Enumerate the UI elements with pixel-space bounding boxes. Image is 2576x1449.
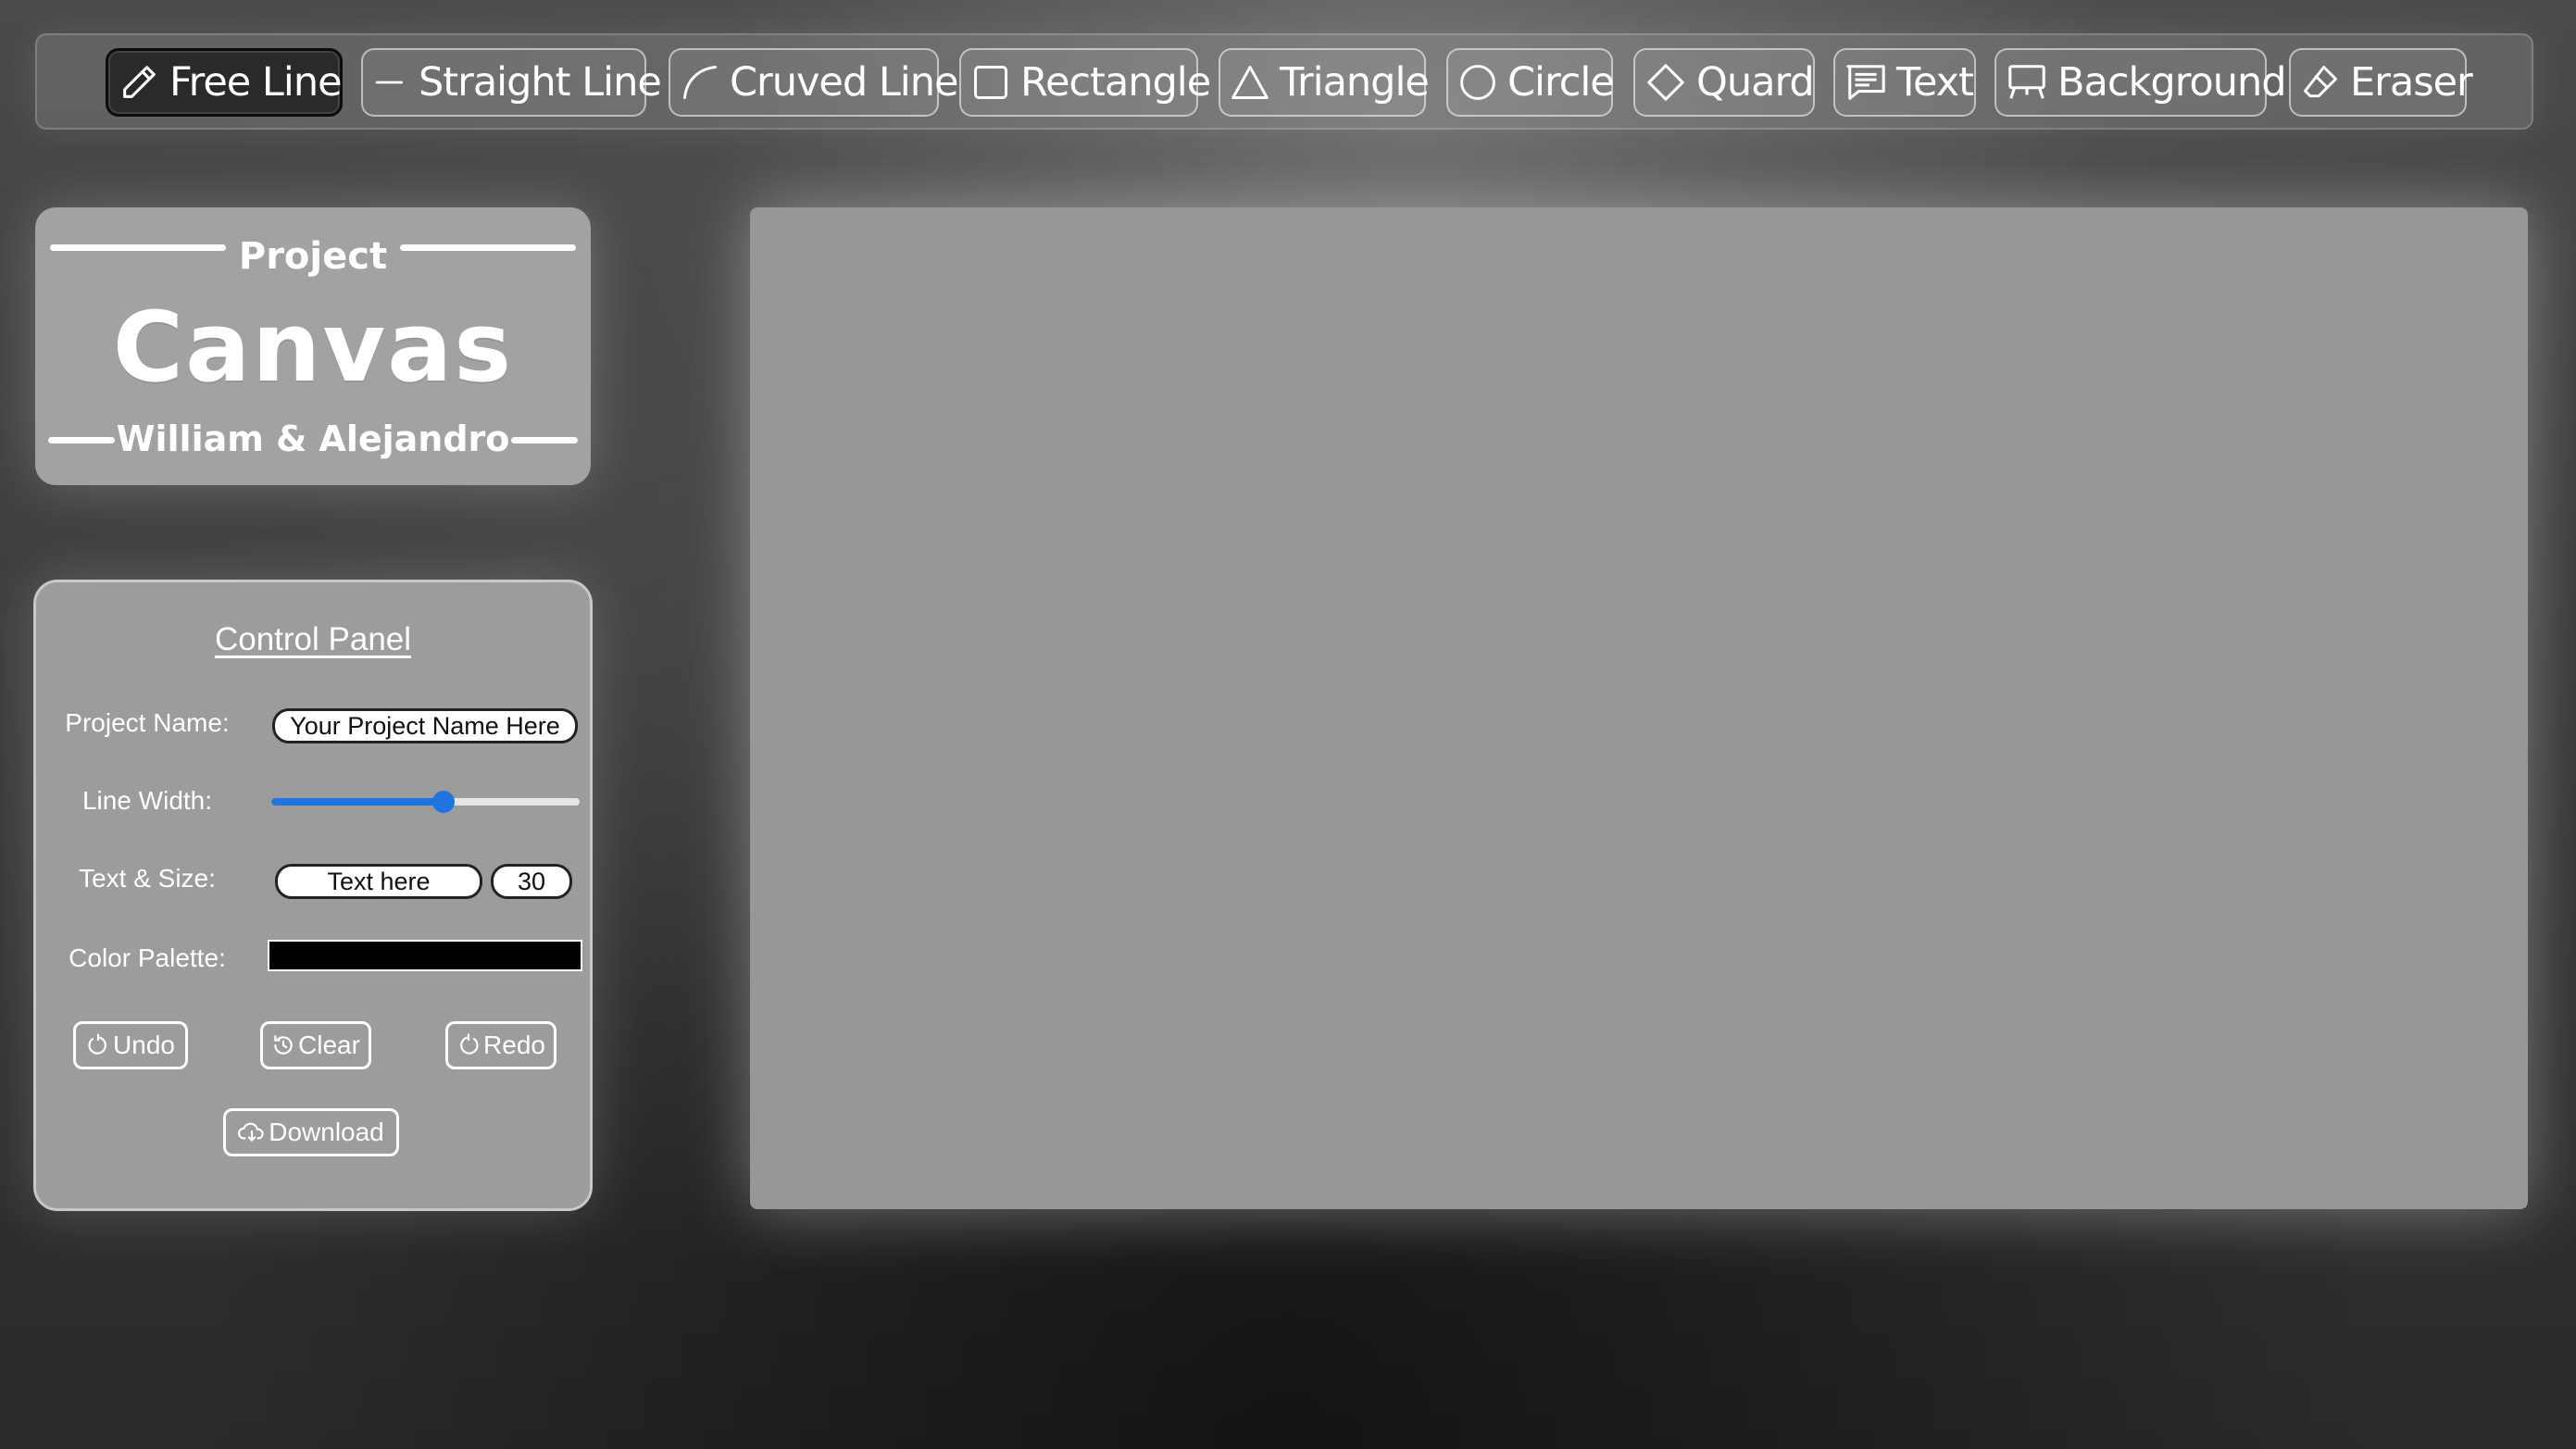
tool-background-button[interactable]: Background xyxy=(1995,48,2287,117)
tool-label: Cruved Line xyxy=(730,59,958,106)
curve-icon xyxy=(683,66,717,99)
project-title-card: Project Canvas William & Alejandro xyxy=(35,207,591,485)
tool-label: Background xyxy=(2057,59,2287,106)
tool-text-button[interactable]: Text xyxy=(1833,48,1976,117)
tool-label: Rectangle xyxy=(1020,59,1211,106)
cloud-download-icon xyxy=(238,1122,264,1142)
text-size-label: Text & Size: xyxy=(79,864,216,893)
text-input[interactable] xyxy=(275,864,482,899)
redo-label: Redo xyxy=(483,1031,545,1059)
tool-label: Quard xyxy=(1696,59,1815,106)
project-name-label: Project Name: xyxy=(65,708,230,737)
tool-toolbar: Free Line Straight Line Cruved Line Rect… xyxy=(35,33,2533,130)
tool-free-line-button[interactable]: Free Line xyxy=(106,48,343,117)
control-panel: Control Panel Project Name: Line Width: … xyxy=(33,580,593,1211)
download-button[interactable]: Download xyxy=(223,1108,399,1156)
eraser-icon xyxy=(2304,66,2337,98)
tool-circle-button[interactable]: Circle xyxy=(1446,48,1615,117)
tool-quad-button[interactable]: Quard xyxy=(1633,48,1815,117)
pencil-icon xyxy=(123,66,156,98)
tool-curved-line-button[interactable]: Cruved Line xyxy=(669,48,958,117)
redo-button[interactable]: Redo xyxy=(445,1021,556,1069)
undo-label: Undo xyxy=(113,1031,175,1059)
download-label: Download xyxy=(269,1118,384,1146)
circle-icon xyxy=(1460,65,1495,100)
title-authors: William & Alejandro xyxy=(116,418,510,459)
straight-line-icon xyxy=(375,81,403,84)
line-width-label: Line Width: xyxy=(81,786,213,815)
redo-icon xyxy=(460,1033,479,1055)
tool-label: Free Line xyxy=(169,59,343,106)
tool-eraser-button[interactable]: Eraser xyxy=(2289,48,2473,117)
control-panel-title: Control Panel xyxy=(214,621,412,657)
tool-label: Eraser xyxy=(2350,59,2473,106)
undo-icon xyxy=(88,1033,106,1055)
line-width-slider[interactable] xyxy=(271,791,580,813)
triangle-icon xyxy=(1232,66,1269,99)
undo-button[interactable]: Undo xyxy=(73,1021,188,1069)
tool-label: Circle xyxy=(1507,59,1615,106)
chat-text-icon xyxy=(1846,65,1885,100)
diamond-icon xyxy=(1647,64,1684,101)
history-icon xyxy=(274,1035,293,1055)
tool-triangle-button[interactable]: Triangle xyxy=(1219,48,1430,117)
slider-fill xyxy=(271,798,444,806)
easel-icon xyxy=(2008,65,2045,99)
text-size-input[interactable] xyxy=(491,864,572,899)
tool-label: Text xyxy=(1896,59,1974,106)
clear-button[interactable]: Clear xyxy=(260,1021,371,1069)
square-icon xyxy=(974,66,1007,99)
tool-rectangle-button[interactable]: Rectangle xyxy=(959,48,1211,117)
title-canvas: Canvas xyxy=(112,291,514,404)
clear-label: Clear xyxy=(298,1031,360,1059)
color-palette-picker[interactable] xyxy=(268,940,582,971)
drawing-canvas[interactable] xyxy=(750,207,2528,1209)
project-name-input[interactable] xyxy=(272,708,578,743)
slider-thumb[interactable] xyxy=(432,791,456,813)
color-palette-label: Color Palette: xyxy=(69,943,226,972)
tool-label: Triangle xyxy=(1280,59,1430,106)
title-project: Project xyxy=(238,235,388,278)
tool-straight-line-button[interactable]: Straight Line xyxy=(361,48,662,117)
tool-label: Straight Line xyxy=(419,59,662,106)
